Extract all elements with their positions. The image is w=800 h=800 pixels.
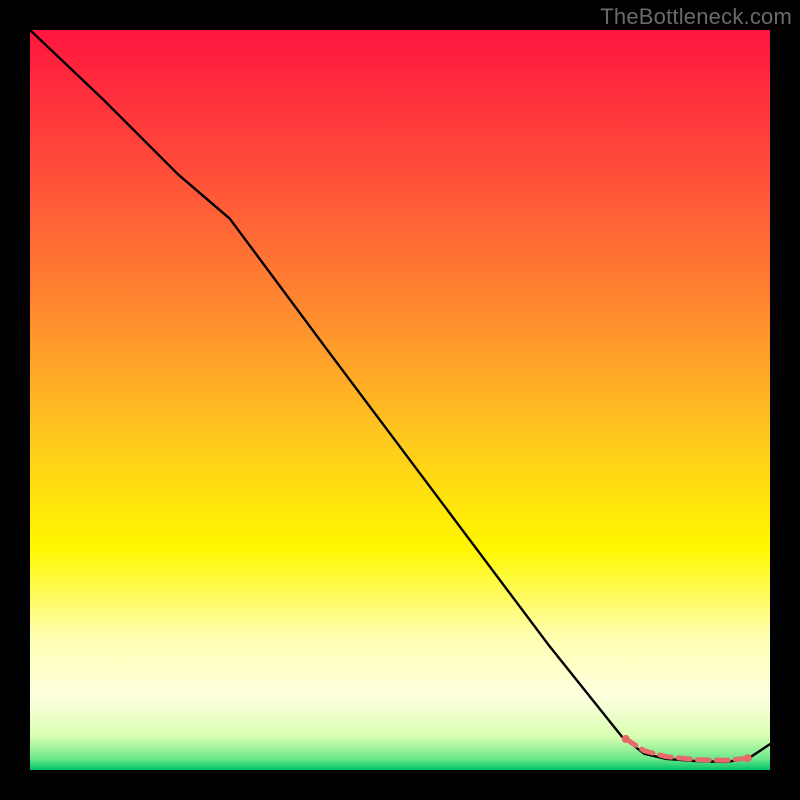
plot-area [30,30,770,770]
chart-container: TheBottleneck.com [0,0,800,800]
gradient-background [30,30,770,770]
chart-svg [30,30,770,770]
marker-dash-end [744,754,752,762]
watermark-text: TheBottleneck.com [600,4,792,30]
marker-dash-start [622,735,630,743]
